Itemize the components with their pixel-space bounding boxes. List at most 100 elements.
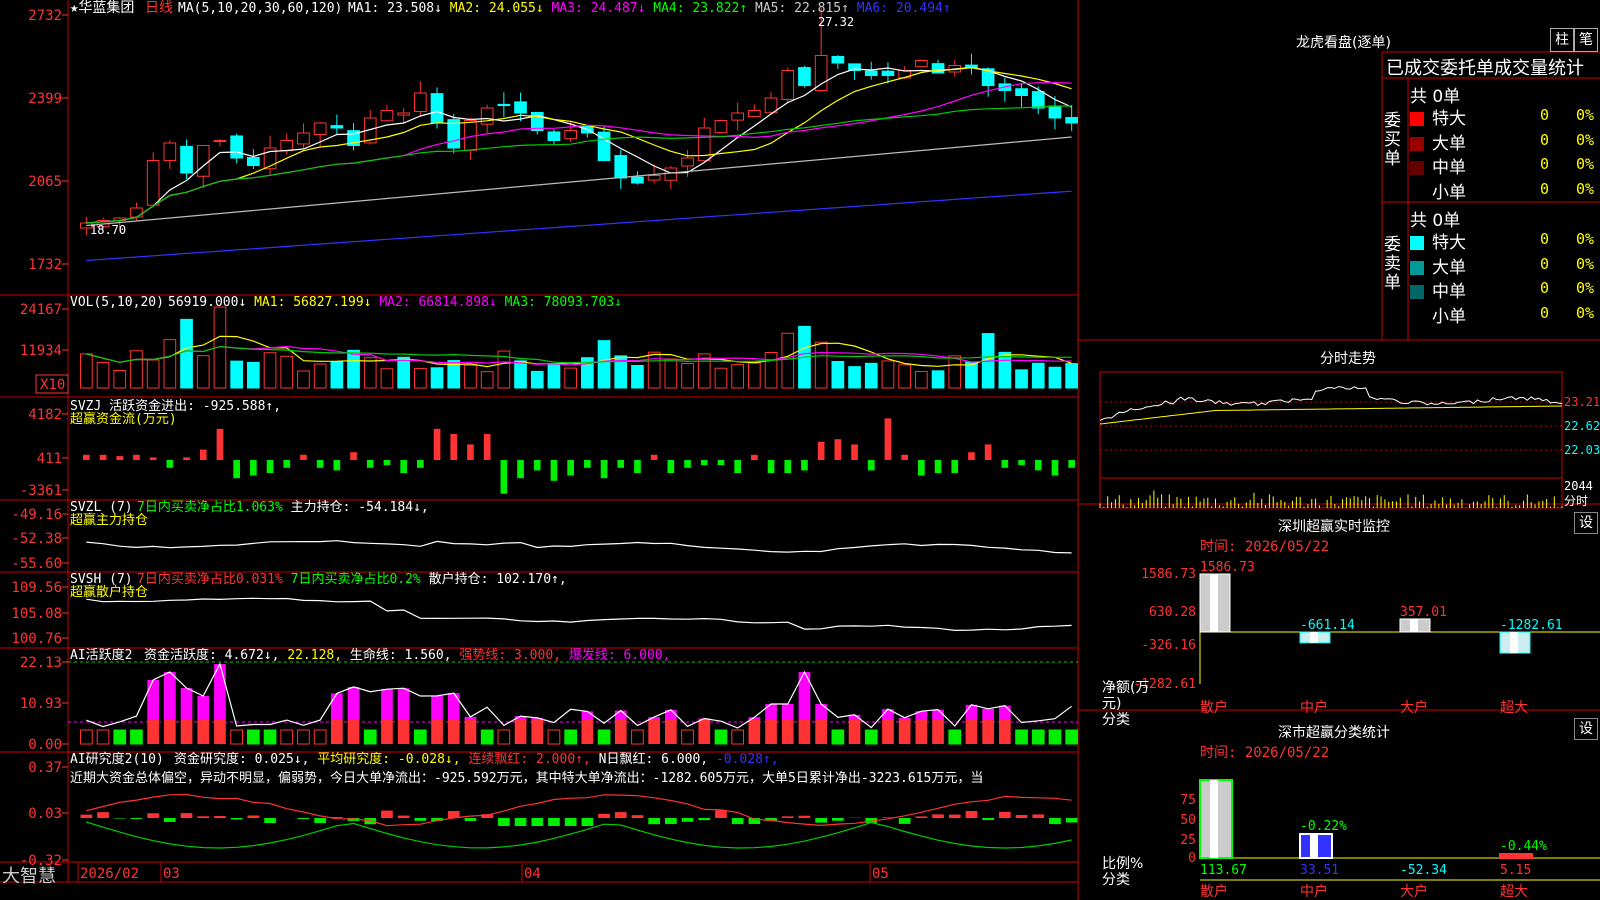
research-green-line [86,821,1072,849]
volume-bar [781,332,795,389]
ai-red-bar [531,720,544,744]
sell-pct: 0% [1576,230,1595,248]
ai-red-bar [848,720,861,744]
tab-filled[interactable]: 已成交 [1386,58,1440,79]
ai-tick: 10.93 [20,696,62,712]
svzj-bar [333,460,341,471]
research-bar [681,818,694,822]
stock-name: ★华蓝集团 [70,0,134,16]
research-bar [264,818,276,824]
volume-bar [547,363,561,389]
volume-bar [113,370,127,389]
candle-body [163,142,177,162]
research-bar [214,816,226,818]
volume-bar [247,361,260,389]
candle-body [564,130,577,140]
research-bar [898,818,911,824]
sell-pct: 0% [1576,303,1595,322]
sell-name: 小单 [1432,306,1466,327]
svzj-bar [817,441,825,460]
volume-bar [430,367,444,389]
vol-tick: 11934 [20,343,62,359]
ma6-line [86,190,1072,262]
research-bar [180,813,193,818]
right-panel: 龙虎看盘(逐单) 柱 笔 已成交委托单成交量统计 委买单 共 0单 特大 0 0% 大… [1100,0,1600,900]
volume-bar [681,362,694,389]
ai-small-bar [497,729,511,745]
date-label: 05 [872,866,889,882]
volume-bar [363,357,377,389]
sell-swatch [1410,236,1424,250]
research-bar [247,815,260,818]
sell-row: 小单 [1410,302,1466,327]
pen-mode-button[interactable]: 笔 [1574,28,1598,52]
svzj-bar [433,428,441,460]
high-mark: 27.32 [818,15,854,29]
volume-bar [748,362,761,389]
ai-small-bar [480,729,494,745]
research-bar [665,818,677,825]
ai-magenta-bar [180,688,193,720]
buy-name: 大单 [1432,133,1466,154]
svzj-bar [99,454,107,460]
buy-count: 0 [1540,130,1550,149]
research-bar [113,818,126,819]
research-bar [531,818,544,826]
buy-row: 小单 [1410,178,1466,203]
volume-bar [1065,363,1078,389]
svzj-bar [734,460,741,473]
candle-body [180,145,193,174]
research-bar [397,815,410,818]
volume-bar [714,367,728,389]
price-tick: 2732 [28,8,62,24]
research-bar [581,818,594,826]
tab-entrust[interactable]: 委托单 [1440,58,1494,79]
volume-bar [864,362,878,389]
research-bar [798,815,811,818]
ai-red-bar [147,720,159,744]
svzj-bar [851,444,858,460]
volume-bar [881,360,895,389]
svsh-tick: 100.76 [11,631,62,647]
svzj-bar [183,457,190,460]
research-bar [1049,818,1061,825]
vol-title: VOL(5,10,20) [70,295,164,310]
ma-label: MA(5,10,20,30,60,120) [178,1,342,16]
candle-body [1015,88,1028,97]
monitor-settings-button[interactable]: 设 [1574,512,1598,534]
sell-swatch [1410,260,1424,275]
class-settings-button[interactable]: 设 [1574,718,1598,740]
ai-red-bar [581,720,594,744]
bar-mode-button[interactable]: 柱 [1550,28,1574,52]
svzl-line [86,540,1072,554]
ai-magenta-bar [999,705,1011,720]
research-bar [1065,818,1078,823]
vol-tick: 24167 [20,302,62,318]
svzj-bar [533,460,541,471]
candle-body [1065,117,1078,124]
date-label: 2026/02 [80,866,139,882]
ai-magenta-bar [431,695,443,720]
volume-bar [564,367,577,389]
ai-magenta-bar [164,672,176,720]
buy-pct: 0% [1576,106,1595,124]
ai-small-bar [597,729,611,745]
buy-pct: 0% [1576,155,1595,173]
research-tick: 0.03 [28,806,62,822]
svzj-bar [383,460,391,466]
research-bar [648,818,660,825]
candle-body [748,110,761,118]
ai-magenta-bar [982,708,994,720]
svzl-tick: -49.16 [11,507,62,523]
tab-volume-stats[interactable]: 成交量统计 [1494,58,1584,79]
ai-magenta-bar [932,709,944,720]
svzj-bar [717,460,725,466]
ai-red-bar [464,720,477,744]
candle-body [1031,91,1045,109]
sell-row: 大单 [1410,253,1466,278]
research-bar [314,818,326,824]
ai-magenta-bar [765,704,777,720]
svzj-bar [834,439,842,460]
research-tick: 0.37 [28,760,62,776]
ai-red-bar [197,720,210,744]
